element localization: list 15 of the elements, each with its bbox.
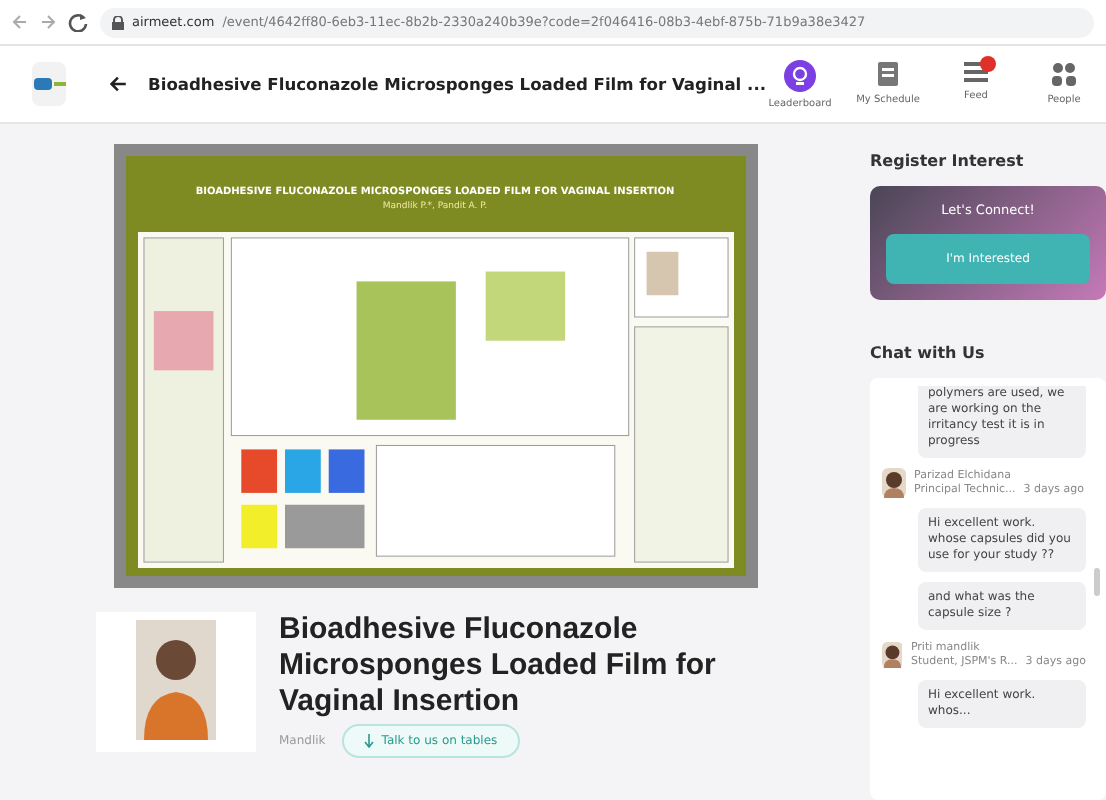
back-icon[interactable]	[12, 14, 28, 30]
feed-icon	[964, 59, 988, 83]
reload-icon[interactable]	[68, 12, 88, 32]
avatar	[882, 468, 906, 498]
avatar	[882, 640, 903, 670]
scrollbar-thumb[interactable]	[1094, 568, 1100, 596]
section-heading: Chat with Us	[870, 344, 987, 362]
forward-icon[interactable]	[40, 14, 56, 30]
down-arrow-icon	[363, 734, 374, 748]
logo-icon	[32, 62, 67, 106]
page-title: Bioadhesive Fluconazole Microsponges Loaded Film for Vaginal ...	[148, 74, 766, 94]
session-title: Bioadhesive Fluconazole Microsponges Loaded Film for Vaginal Insertion	[279, 612, 718, 720]
section-heading: Register Interest	[870, 152, 1026, 170]
lock-icon	[112, 15, 124, 29]
back-arrow-icon[interactable]	[110, 74, 129, 94]
